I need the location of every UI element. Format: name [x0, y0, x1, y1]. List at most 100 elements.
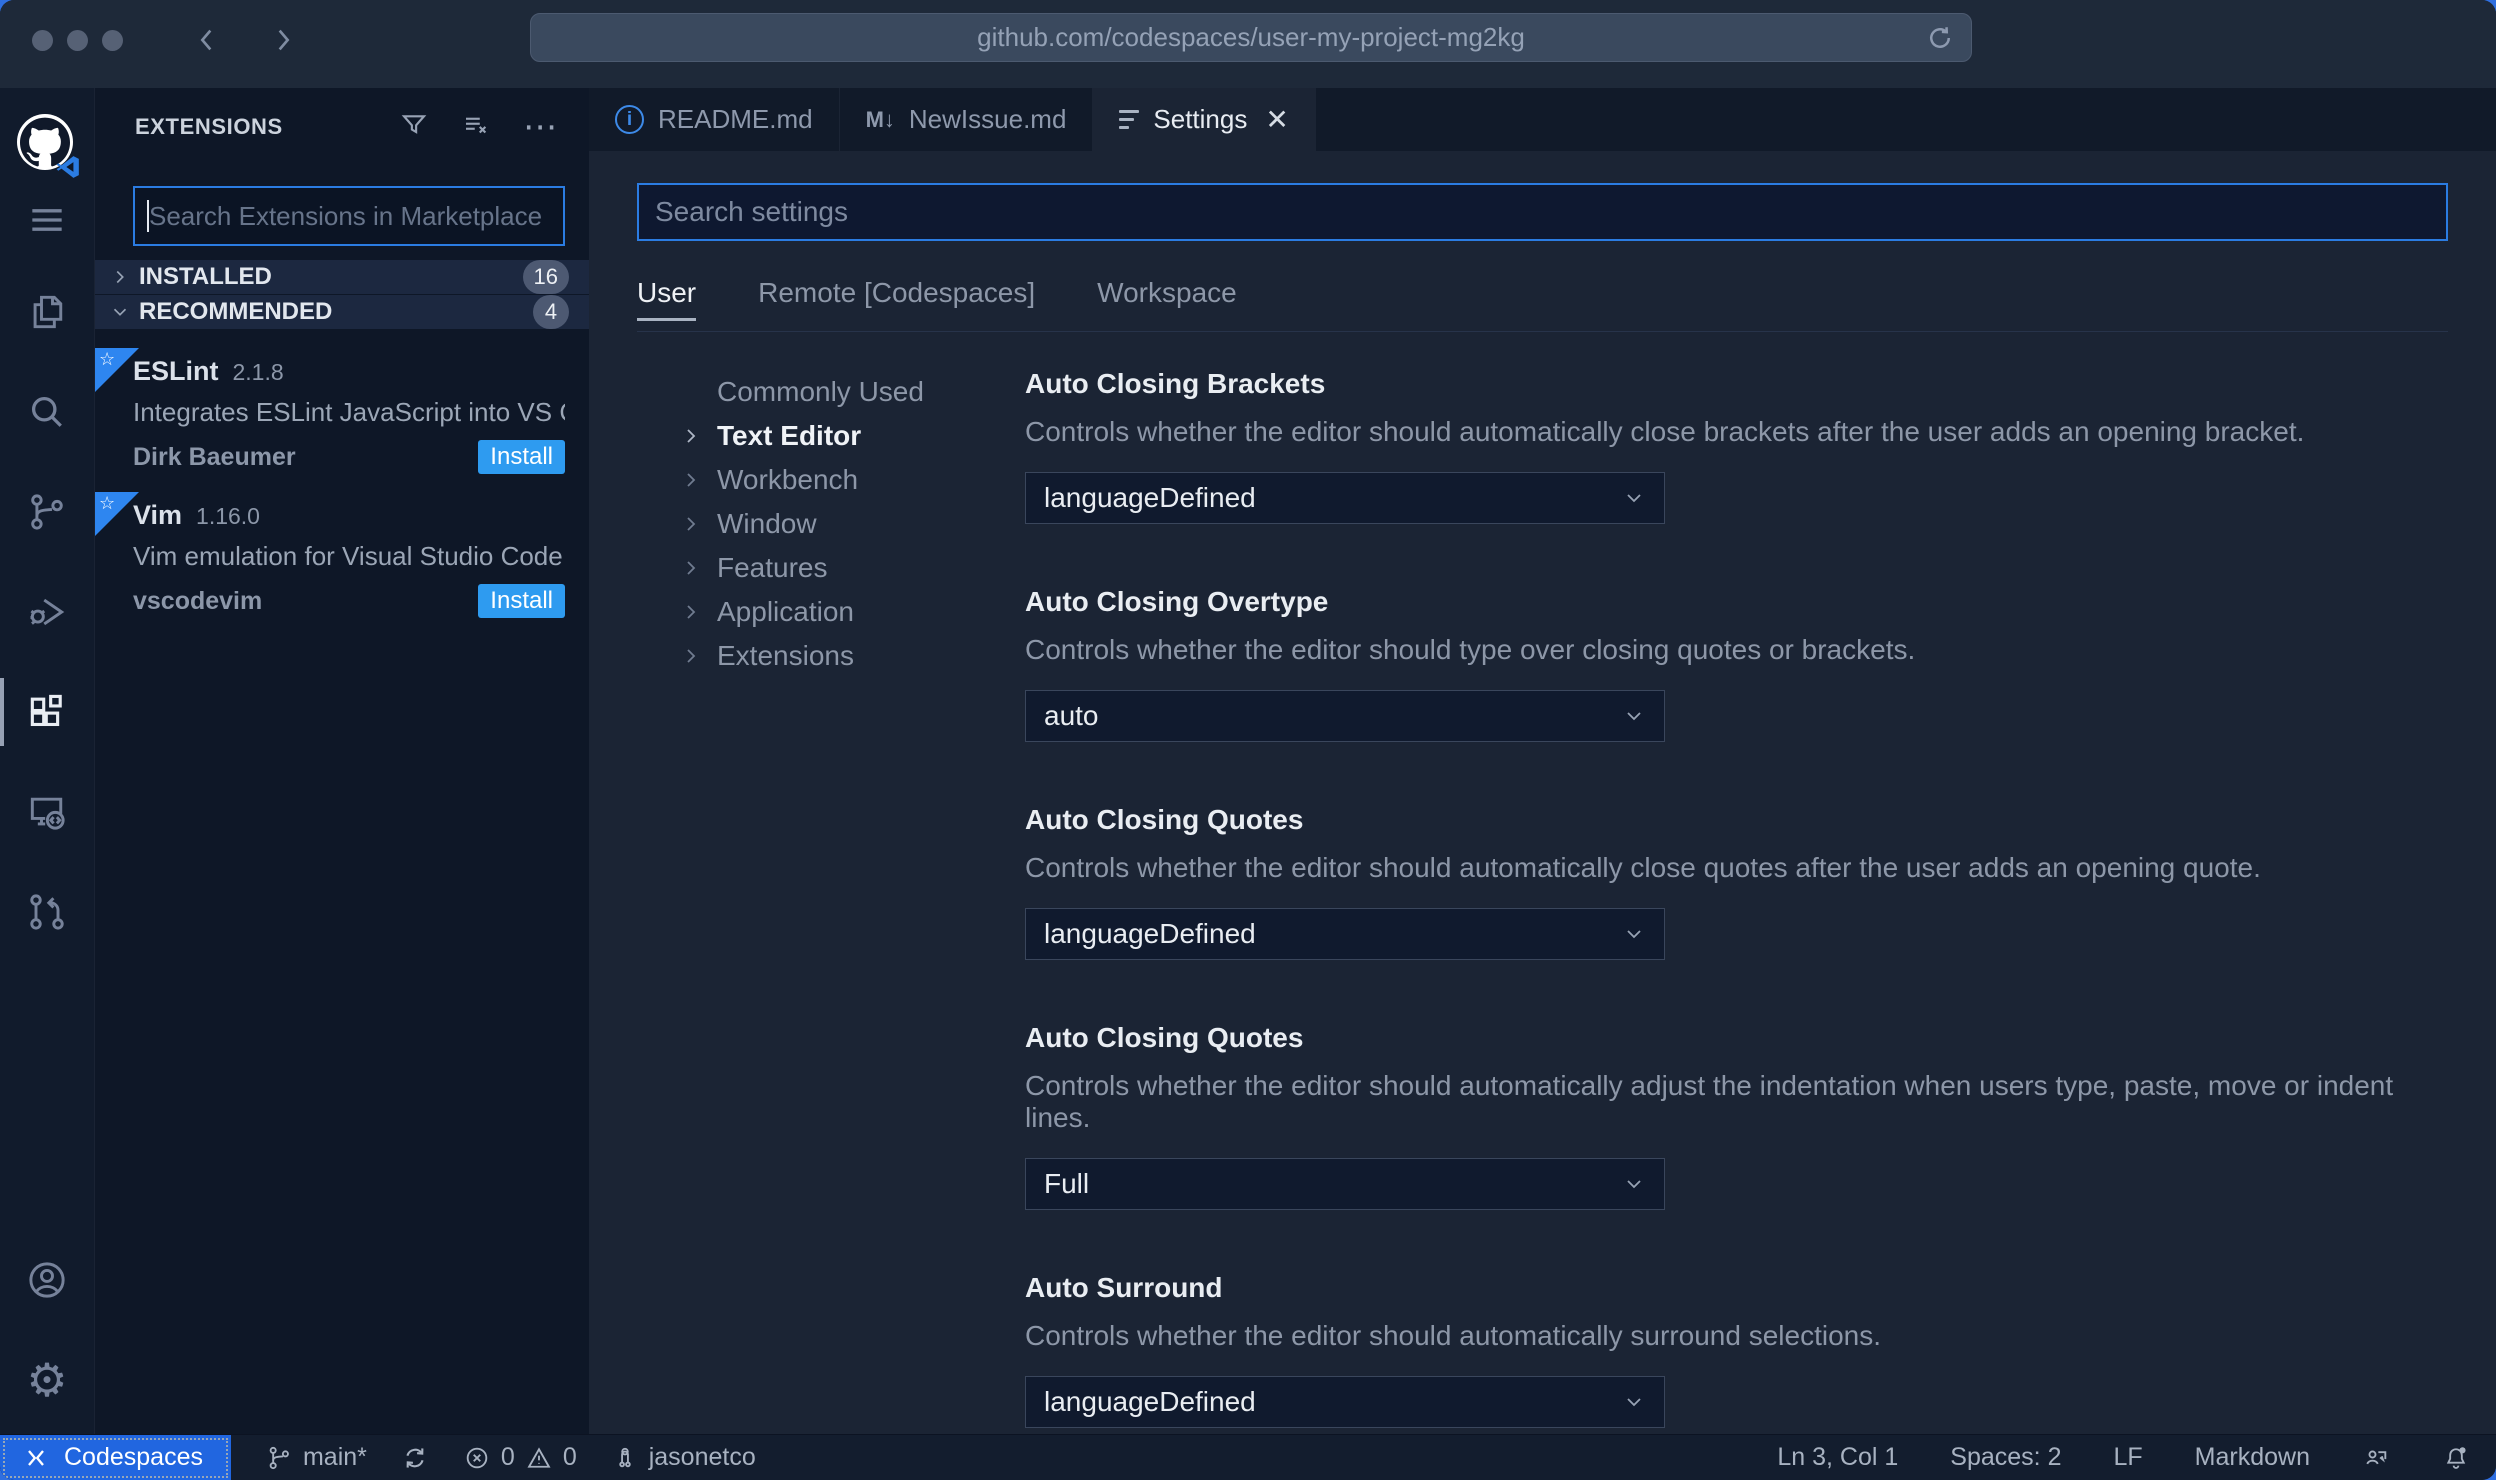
scope-tab-remote[interactable]: Remote [Codespaces]: [758, 277, 1035, 319]
remote-explorer-icon[interactable]: [0, 762, 95, 862]
extension-item-eslint[interactable]: ☆ ESLint 2.1.8 Integrates ESLint JavaScr…: [95, 346, 589, 490]
toc-window[interactable]: Window: [637, 502, 1025, 546]
pull-requests-icon[interactable]: [0, 862, 95, 962]
maximize-window-button[interactable]: [102, 30, 123, 51]
setting-dropdown[interactable]: languageDefined: [1025, 472, 1665, 524]
back-icon[interactable]: [191, 24, 223, 61]
tab-bar-empty-space: [1316, 88, 2496, 151]
workbench: ⚙ EXTENSIONS ⋯ Search Extensions in Mark…: [0, 88, 2496, 1434]
section-installed[interactable]: INSTALLED 16: [95, 260, 589, 295]
warning-count: 0: [562, 1443, 577, 1471]
vscode-logo-icon: [56, 156, 79, 178]
chevron-right-icon: [687, 649, 696, 663]
feedback-button[interactable]: [2362, 1444, 2390, 1472]
extensions-search-input[interactable]: [149, 200, 551, 232]
toc-extensions[interactable]: Extensions: [637, 634, 1025, 678]
codespaces-remote-indicator[interactable]: Codespaces: [0, 1434, 231, 1480]
reload-icon[interactable]: [1925, 23, 1955, 60]
tab-settings[interactable]: Settings ✕: [1093, 88, 1316, 151]
bell-icon: [2446, 1446, 2466, 1469]
settings-gear-icon[interactable]: ⚙: [0, 1330, 95, 1430]
tab-newissue[interactable]: M↓ NewIssue.md: [840, 88, 1094, 151]
tab-readme[interactable]: i README.md: [589, 88, 840, 151]
chevron-right-icon: [116, 270, 124, 284]
run-debug-icon[interactable]: [0, 562, 95, 662]
problems-indicator[interactable]: 0 0: [463, 1443, 577, 1472]
browser-window: github.com/codespaces/user-my-project-mg…: [0, 0, 2496, 1480]
eol-indicator[interactable]: LF: [2113, 1443, 2142, 1472]
cursor-position[interactable]: Ln 3, Col 1: [1777, 1443, 1898, 1472]
indentation-indicator[interactable]: Spaces: 2: [1950, 1443, 2061, 1472]
forward-icon[interactable]: [267, 24, 299, 61]
extensions-icon[interactable]: [0, 662, 95, 762]
scope-tab-user[interactable]: User: [637, 277, 697, 321]
extension-item-vim[interactable]: ☆ Vim 1.16.0 Vim emulation for Visual St…: [95, 490, 589, 634]
clear-extensions-search-icon[interactable]: [461, 110, 491, 145]
extension-version: 2.1.8: [232, 359, 284, 385]
setting-auto-closing-quotes-2: Auto Closing Quotes Controls whether the…: [1025, 1022, 2448, 1210]
setting-auto-closing-quotes: Auto Closing Quotes Controls whether the…: [1025, 804, 2448, 960]
settings-scope-tabs: User Remote [Codespaces] Workspace: [637, 277, 2448, 332]
minimize-window-button[interactable]: [67, 30, 88, 51]
sync-icon: [406, 1447, 424, 1468]
setting-dropdown[interactable]: languageDefined: [1025, 908, 1665, 960]
recommended-count-badge: 4: [533, 295, 569, 329]
explorer-icon[interactable]: [0, 262, 95, 362]
editor-tab-bar: i README.md M↓ NewIssue.md Settings ✕: [589, 88, 2496, 151]
chevron-down-icon: [1627, 712, 1641, 721]
notifications-button[interactable]: [2442, 1444, 2470, 1472]
chevron-down-icon: [1627, 1398, 1641, 1407]
filter-icon[interactable]: [399, 110, 429, 145]
install-button[interactable]: Install: [478, 584, 565, 618]
settings-tune-icon: [1119, 110, 1140, 129]
sidebar-header: EXTENSIONS ⋯: [95, 88, 589, 166]
branch-indicator[interactable]: main*: [265, 1443, 367, 1472]
settings-search-box[interactable]: [637, 183, 2448, 241]
tab-label: Settings: [1153, 104, 1248, 134]
status-bar: Codespaces main* 0 0 jasonetco Ln 3, Col…: [0, 1434, 2496, 1480]
more-actions-icon[interactable]: ⋯: [523, 110, 559, 144]
setting-dropdown[interactable]: auto: [1025, 690, 1665, 742]
close-tab-icon[interactable]: ✕: [1265, 103, 1288, 136]
chevron-right-icon: [687, 517, 696, 531]
gear-glyph: ⚙: [26, 1354, 68, 1406]
setting-dropdown[interactable]: languageDefined: [1025, 1376, 1665, 1428]
toc-features[interactable]: Features: [637, 546, 1025, 590]
section-label: INSTALLED: [139, 263, 272, 290]
chevron-right-icon: [687, 429, 696, 443]
toc-workbench[interactable]: Workbench: [637, 458, 1025, 502]
scope-tab-workspace[interactable]: Workspace: [1097, 277, 1237, 319]
settings-toc: Commonly Used Text Editor Workbench Wind…: [637, 368, 1025, 1434]
extension-author: vscodevim: [133, 586, 263, 615]
toc-text-editor[interactable]: Text Editor: [637, 414, 1025, 458]
chevron-down-icon: [113, 308, 127, 316]
account-icon[interactable]: [0, 1230, 95, 1330]
signed-in-user[interactable]: jasonetco: [611, 1443, 756, 1472]
settings-editor: User Remote [Codespaces] Workspace Commo…: [589, 151, 2496, 1434]
section-label: RECOMMENDED: [139, 298, 333, 325]
url-bar[interactable]: github.com/codespaces/user-my-project-mg…: [530, 13, 1972, 62]
section-recommended[interactable]: RECOMMENDED 4: [95, 295, 589, 330]
menu-hamburger-icon[interactable]: [0, 178, 95, 262]
setting-auto-surround: Auto Surround Controls whether the edito…: [1025, 1272, 2448, 1428]
setting-dropdown[interactable]: Full: [1025, 1158, 1665, 1210]
extension-version: 1.16.0: [196, 503, 260, 529]
toc-application[interactable]: Application: [637, 590, 1025, 634]
language-mode-indicator[interactable]: Markdown: [2195, 1443, 2310, 1472]
chevron-down-icon: [1627, 930, 1641, 939]
extensions-search-box[interactable]: [133, 186, 565, 246]
search-icon[interactable]: [0, 362, 95, 462]
close-window-button[interactable]: [32, 30, 53, 51]
settings-list: Auto Closing Brackets Controls whether t…: [1025, 368, 2448, 1434]
settings-search-input[interactable]: [655, 196, 2430, 228]
setting-description: Controls whether the editor should type …: [1025, 634, 1916, 665]
sync-changes-button[interactable]: [401, 1444, 429, 1472]
person-icon: [619, 1447, 631, 1467]
warnings-icon: [527, 1446, 551, 1468]
install-button[interactable]: Install: [478, 440, 565, 474]
chevron-down-icon: [1627, 1180, 1641, 1189]
toc-commonly-used[interactable]: Commonly Used: [637, 370, 1025, 414]
extension-name: Vim: [133, 500, 183, 530]
activity-bar: ⚙: [0, 88, 95, 1434]
source-control-icon[interactable]: [0, 462, 95, 562]
